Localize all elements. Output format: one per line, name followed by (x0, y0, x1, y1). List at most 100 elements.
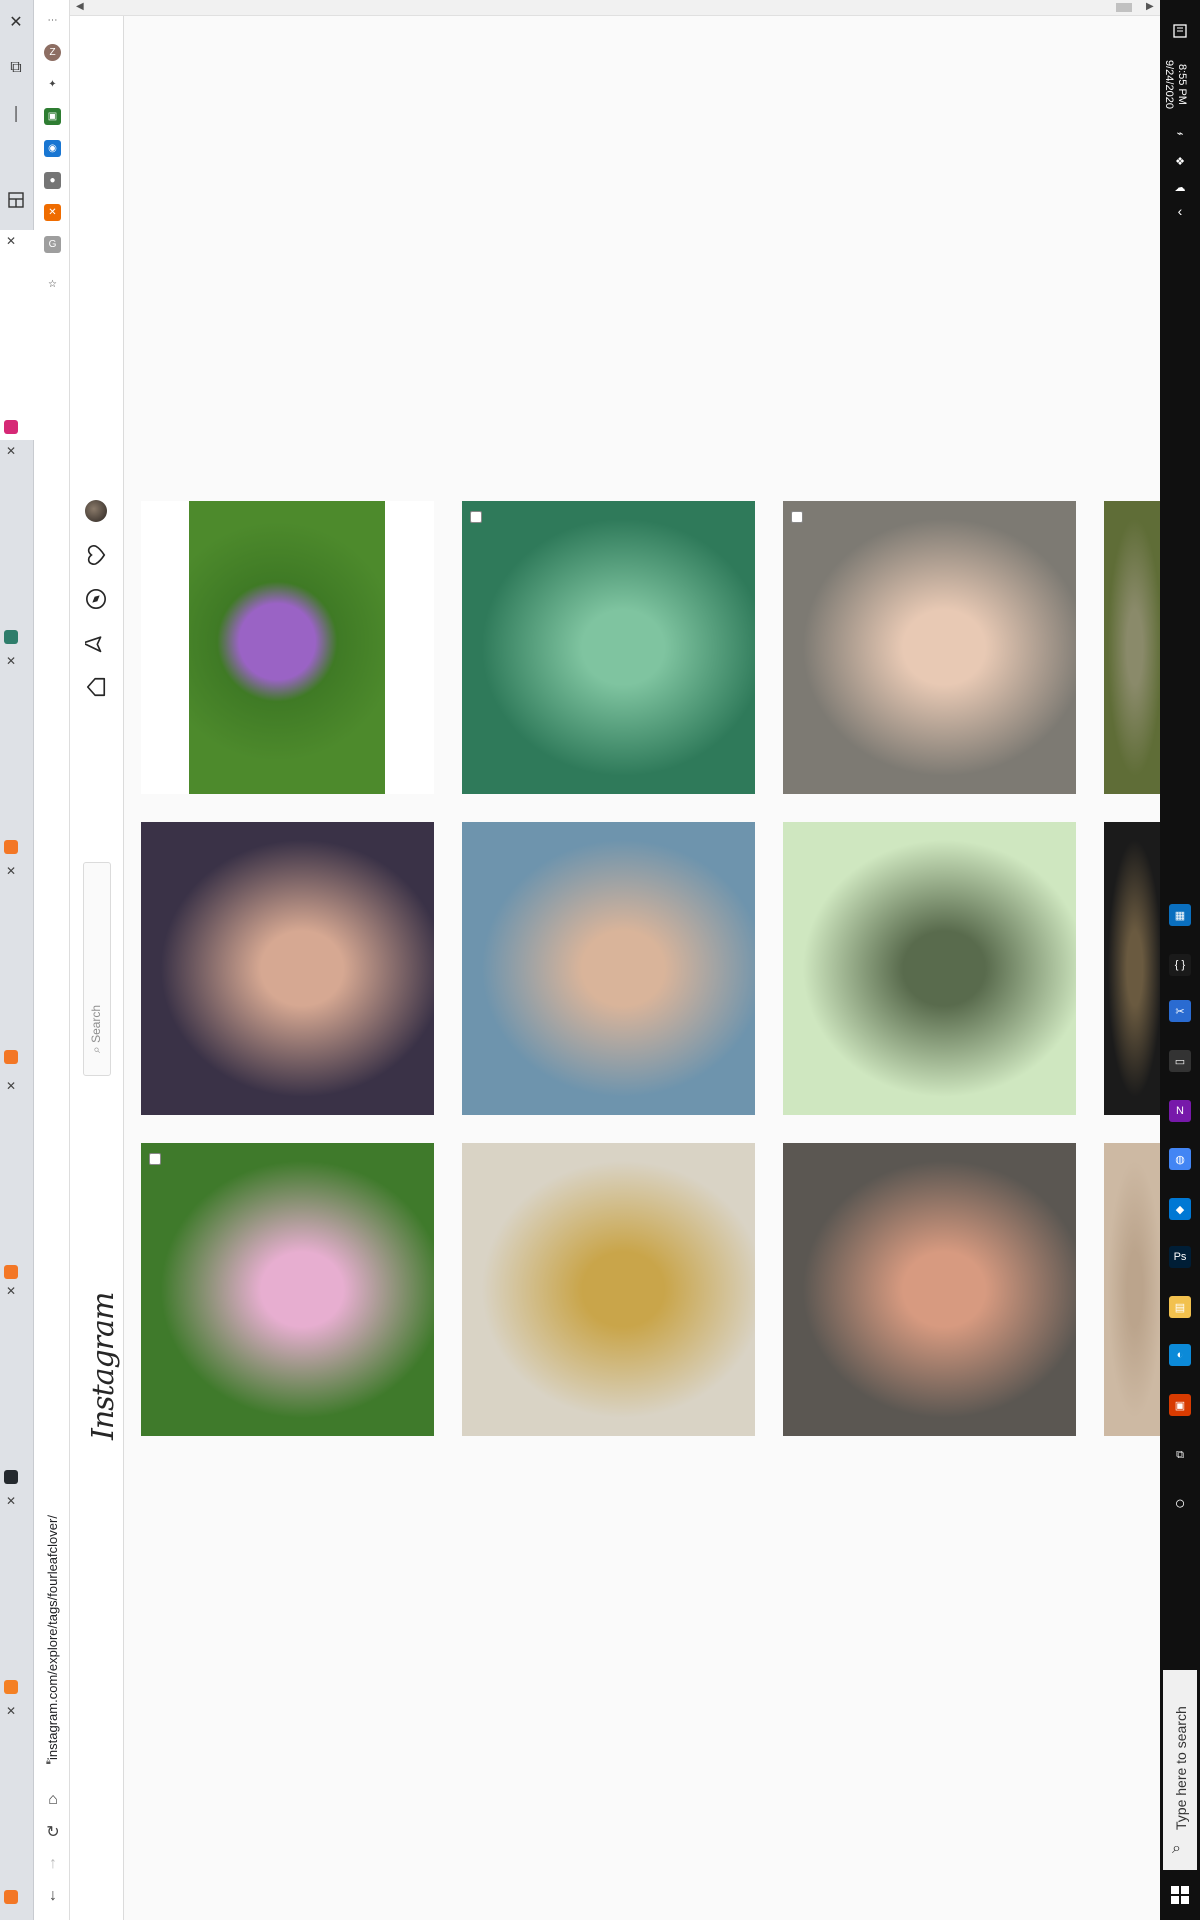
browser-tab[interactable]: ✕Experiment With Different (0, 860, 34, 1070)
windows-taskbar: 8:55 PM 9/24/2020 ⌁ ❖ ☁ ‹ ▦ { } ✂ ▭ N ◍ ◆ Ps ▤ ◐ ▣… (1160, 0, 1200, 1920)
select-checkbox[interactable] (149, 1153, 161, 1165)
close-tab-icon[interactable]: ✕ (4, 234, 18, 248)
onenote-icon[interactable]: N (1169, 1100, 1191, 1122)
minimize-window-icon[interactable]: — (2, 100, 30, 128)
photo-tile[interactable] (462, 822, 755, 1115)
start-windows-icon[interactable] (1169, 1884, 1191, 1906)
photo-tile[interactable] (462, 1143, 755, 1436)
close-tab-icon[interactable]: ✕ (4, 864, 18, 878)
select-checkbox[interactable] (470, 511, 482, 523)
star-icon[interactable]: ☆ (44, 276, 61, 293)
clock[interactable]: 8:55 PM 9/24/2020 (1162, 60, 1188, 109)
scroll-right-arrow-icon[interactable]: ▶ (1146, 1, 1154, 12)
search-placeholder-text: Search (89, 1004, 103, 1043)
network-icon[interactable]: ⌁ (1169, 122, 1191, 144)
close-tab-icon[interactable]: ✕ (4, 1494, 18, 1508)
photo-tile[interactable] (462, 501, 755, 794)
brackets-icon (4, 1265, 18, 1279)
tab-title: Pre-Process Files - Jupyter (0, 632, 1, 832)
edge-icon[interactable]: ◐ (1169, 1344, 1191, 1366)
clock-date: 9/24/2020 (1163, 60, 1175, 109)
browser-tab[interactable]: ✕Split Up Images - Jupyter N (0, 1700, 34, 1910)
instagram-logo[interactable]: Instagram (86, 1293, 121, 1440)
taskbar-search-box[interactable]: Type here to search ⌕ (1163, 1670, 1197, 1870)
tab-title: 3.5 Capstone Submission - (0, 422, 1, 622)
explore-compass-icon[interactable] (83, 586, 109, 612)
photo-tile[interactable] (141, 822, 434, 1115)
photoshop-icon[interactable]: Ps (1169, 1246, 1191, 1268)
ext-green-icon[interactable]: ▣ (44, 108, 61, 125)
ext-orange-icon[interactable]: ✕ (44, 204, 61, 221)
ext-g-icon[interactable]: G (44, 236, 61, 253)
browser-tab[interactable]: ✕Pre-Process Files - Jupyter (0, 650, 34, 860)
onedrive-icon[interactable]: ☁ (1169, 176, 1191, 198)
task-view-icon[interactable]: ⧉ (1169, 1444, 1191, 1466)
puzzle-icon[interactable]: ✦ (44, 76, 61, 93)
ext-grey-icon[interactable]: ● (44, 172, 61, 189)
tab-title: How do I copy a file in Pyth (0, 1472, 1, 1672)
chrome-icon[interactable]: ◍ (1169, 1148, 1191, 1170)
taskbar-search-placeholder: Type here to search (1173, 1706, 1189, 1830)
more-icon[interactable]: ⋯ (44, 12, 61, 29)
instagram-icon (4, 420, 18, 434)
search-icon: ⌕ (89, 1046, 103, 1053)
home-icon[interactable]: ⌂ (43, 1790, 63, 1810)
notifications-icon[interactable] (1169, 20, 1191, 42)
ext-blue-icon[interactable]: ◉ (44, 140, 61, 157)
tab-search-icon[interactable] (2, 186, 30, 214)
profile-avatar[interactable] (83, 498, 109, 524)
tab-strip: ✕ ⧉ — ✕#fourleafclover hashtag on✕3.5 Ca… (0, 0, 34, 1920)
tab-title: Experiment With Different (0, 842, 1, 1042)
close-tab-icon[interactable]: ✕ (4, 1079, 18, 1093)
url-field[interactable]: instagram.com/explore/tags/fourleafclove… (45, 1515, 60, 1760)
search-input[interactable]: ⌕ Search (83, 862, 111, 1076)
scrollbar-thumb[interactable] (1116, 3, 1132, 12)
browser-tab[interactable]: ✕#fourleafclover hashtag on (0, 230, 34, 440)
close-tab-icon[interactable]: ✕ (4, 444, 18, 458)
jupyter-icon (4, 630, 18, 644)
scroll-left-arrow-icon[interactable]: ◀ (76, 1, 84, 12)
photo-tile[interactable] (783, 822, 1076, 1115)
browser-tab[interactable]: ✕tzutalin/labelImg: Label (0, 1280, 34, 1490)
lock-icon: 🔒︎ (46, 1756, 51, 1766)
browser-tab[interactable]: ✕How do I copy a file in Pyth (0, 1490, 34, 1700)
home-feed-icon[interactable] (83, 674, 109, 700)
reload-icon[interactable]: ↻ (43, 1822, 63, 1842)
cortana-icon[interactable]: ○ (1169, 1492, 1191, 1514)
photo-tile[interactable] (1104, 501, 1160, 794)
dropbox-icon[interactable]: ❖ (1169, 150, 1191, 172)
horizontal-scrollbar[interactable]: ◀ ▶ (70, 0, 1160, 16)
profile-avatar[interactable]: Z (44, 44, 61, 61)
browser-tab[interactable]: ✕src/Capstone/ (0, 1075, 34, 1285)
forward-icon[interactable]: ↑ (43, 1854, 63, 1874)
heart-icon[interactable] (83, 542, 109, 568)
show-hidden-icons-icon[interactable]: ‹ (1169, 200, 1191, 222)
photo-tile[interactable] (1104, 1143, 1160, 1436)
snip-icon[interactable]: ✂ (1169, 1000, 1191, 1022)
back-icon[interactable]: ↓ (43, 1886, 63, 1906)
vscode-icon[interactable]: ◆ (1169, 1198, 1191, 1220)
office-icon[interactable]: ▣ (1169, 1394, 1191, 1416)
jupyter-icon (4, 840, 18, 854)
direct-send-icon[interactable] (83, 630, 109, 656)
photo-tile[interactable] (1104, 822, 1160, 1115)
photo-tile[interactable] (783, 1143, 1076, 1436)
close-window-icon[interactable]: ✕ (2, 8, 30, 36)
tab-title: Split Up Images - Jupyter N (0, 1682, 1, 1882)
restore-window-icon[interactable]: ⧉ (2, 54, 30, 82)
browser-tab[interactable]: ✕3.5 Capstone Submission - (0, 440, 34, 650)
stackoverflow-icon (4, 1680, 18, 1694)
brackets-app-icon[interactable]: { } (1169, 954, 1191, 976)
terminal-icon[interactable]: ▭ (1169, 1050, 1191, 1072)
close-tab-icon[interactable]: ✕ (4, 654, 18, 668)
close-tab-icon[interactable]: ✕ (4, 1704, 18, 1718)
photo-tile[interactable] (141, 501, 434, 794)
photo-tile[interactable] (141, 1143, 434, 1436)
jupyter-icon (4, 1890, 18, 1904)
select-checkbox[interactable] (791, 511, 803, 523)
jupyter-icon (4, 1050, 18, 1064)
close-tab-icon[interactable]: ✕ (4, 1284, 18, 1298)
calculator-icon[interactable]: ▦ (1169, 904, 1191, 926)
file-explorer-icon[interactable]: ▤ (1169, 1296, 1191, 1318)
photo-tile[interactable] (783, 501, 1076, 794)
